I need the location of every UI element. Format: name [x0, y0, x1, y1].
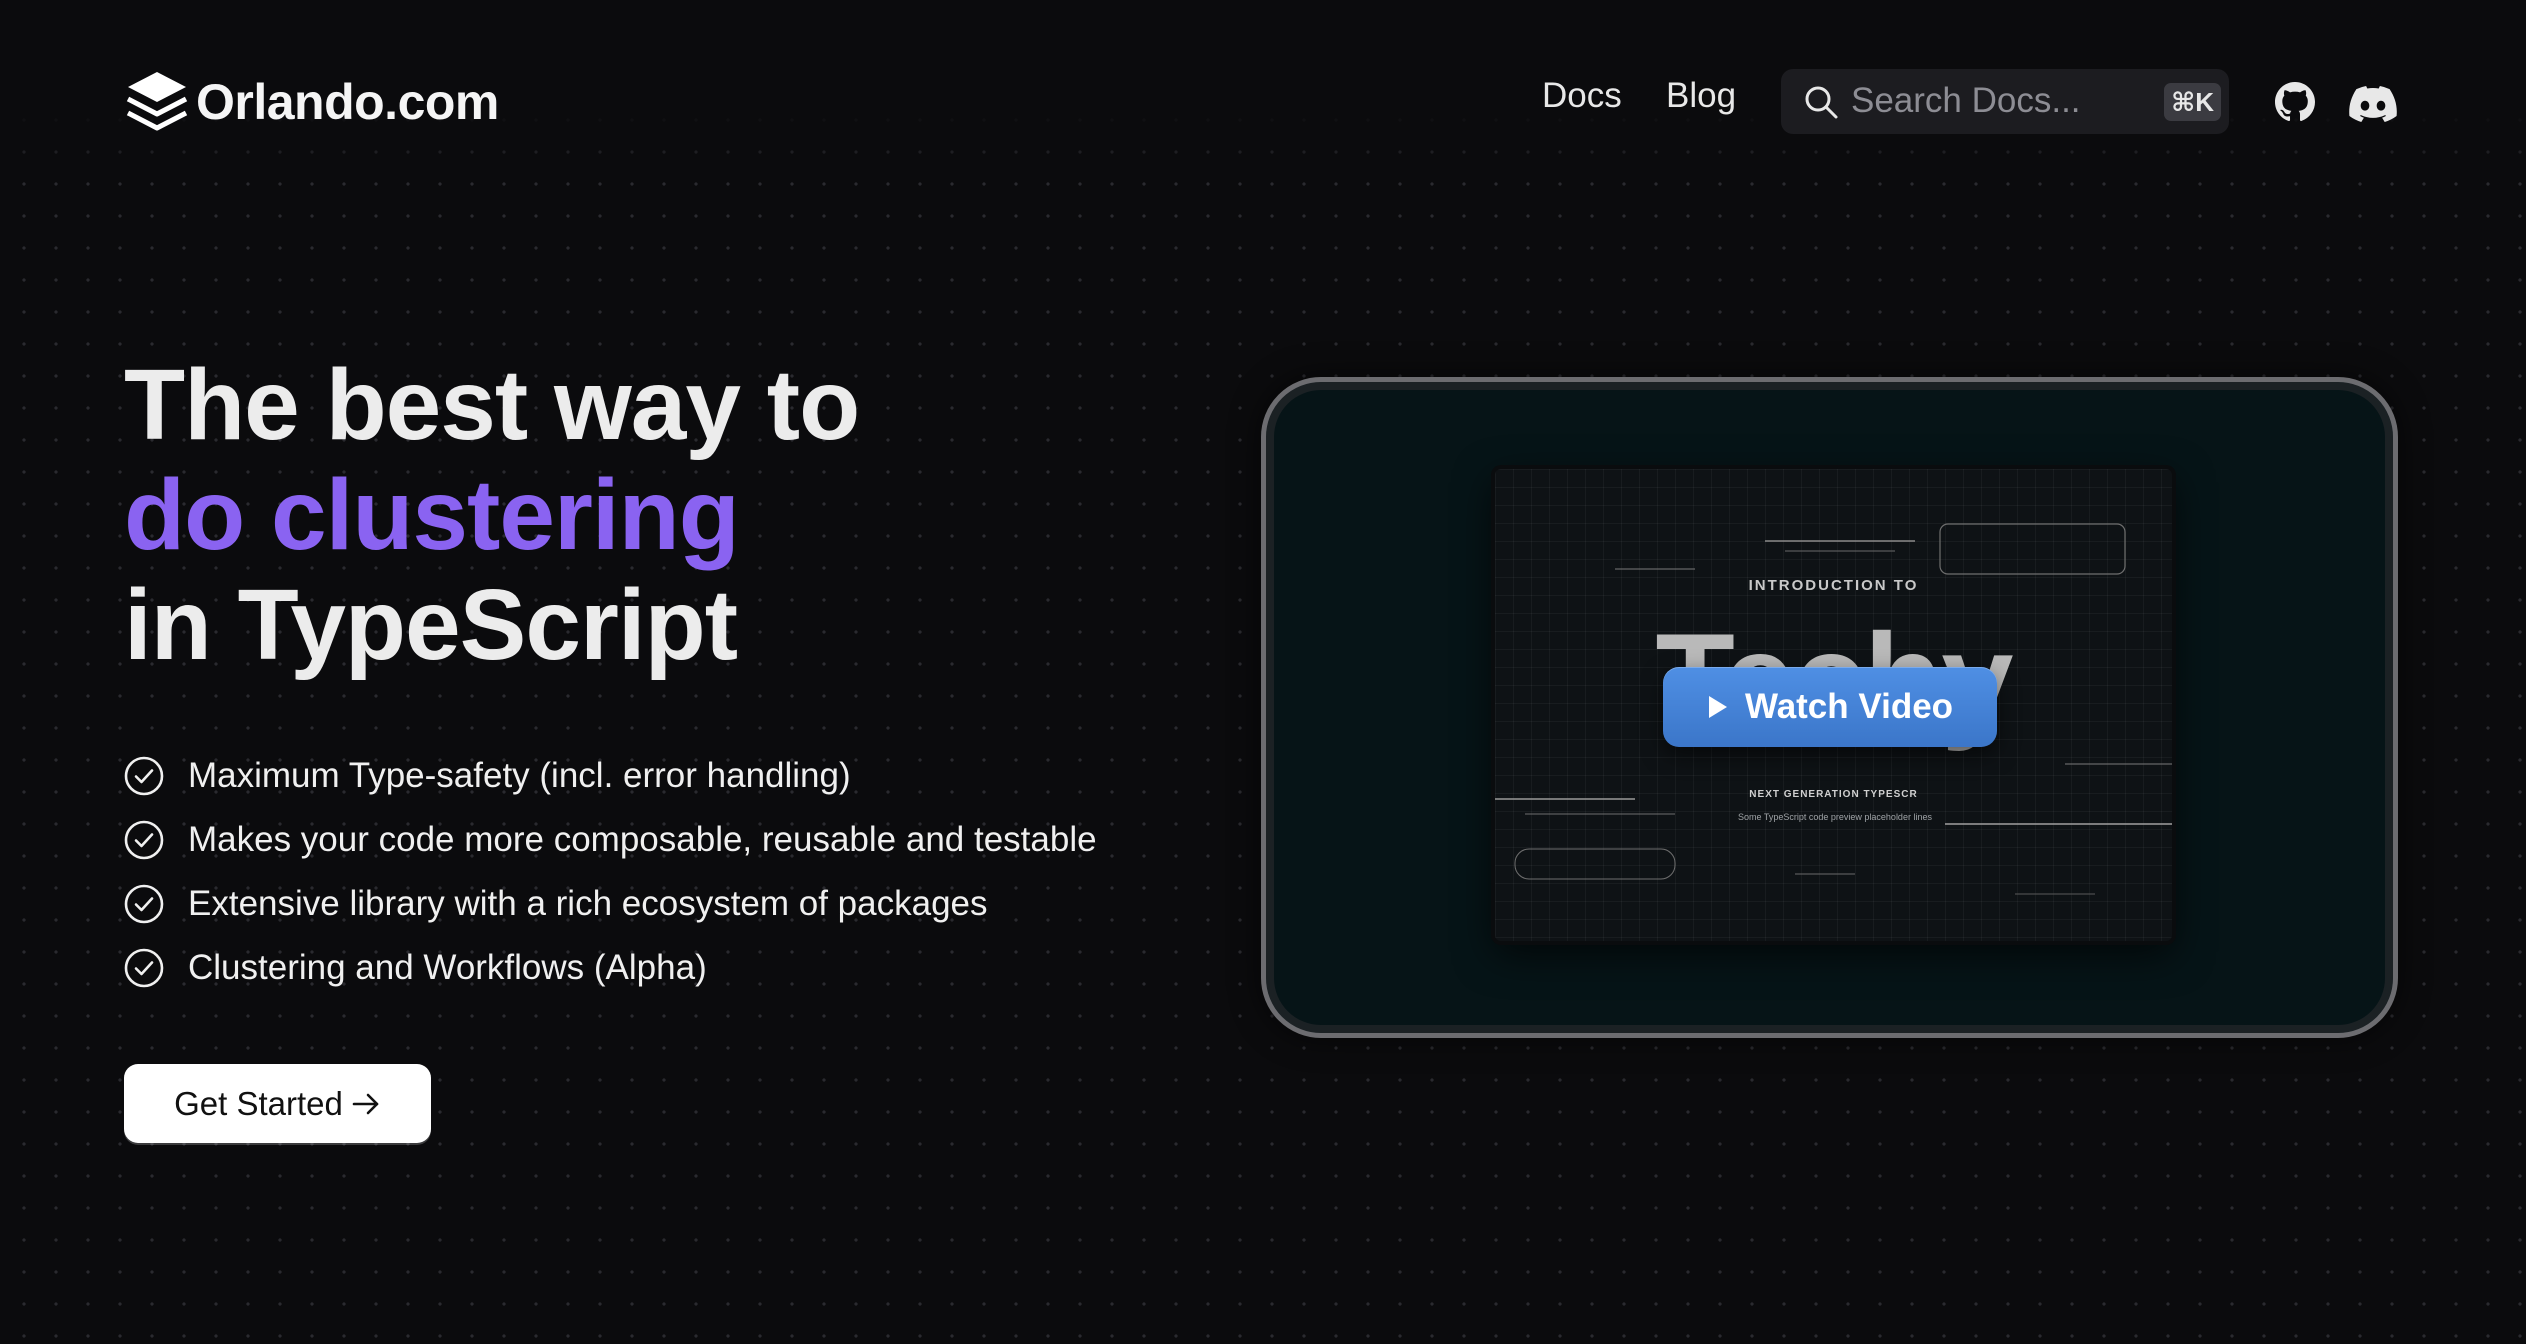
check-circle-icon — [124, 820, 164, 860]
search-box[interactable]: ⌘K — [1781, 69, 2229, 134]
page: Orlando.com Docs Blog ⌘K The best way to… — [0, 0, 2526, 1344]
brand-name: Orlando.com — [196, 74, 499, 130]
search-shortcut-badge: ⌘K — [2164, 83, 2221, 121]
nav-docs-link[interactable]: Docs — [1542, 76, 1622, 116]
check-circle-icon — [124, 884, 164, 924]
hero-heading-line-3: in TypeScript — [124, 569, 738, 681]
thumbnail-intro-text: INTRODUCTION TO — [1748, 577, 1919, 594]
nav-blog-link[interactable]: Blog — [1666, 76, 1736, 116]
play-icon — [1708, 696, 1727, 718]
arrow-right-icon — [352, 1093, 379, 1114]
hero-heading-line-1: The best way to — [124, 349, 860, 461]
brand-logo[interactable]: Orlando.com — [124, 68, 499, 136]
get-started-button[interactable]: Get Started — [124, 1064, 431, 1143]
feature-item: Maximum Type-safety (incl. error handlin… — [124, 744, 1097, 808]
check-circle-icon — [124, 948, 164, 988]
feature-text: Makes your code more composable, reusabl… — [188, 820, 1097, 859]
check-circle-icon — [124, 756, 164, 796]
discord-icon[interactable] — [2349, 86, 2397, 122]
watch-video-label: Watch Video — [1744, 687, 1954, 726]
feature-text: Clustering and Workflows (Alpha) — [188, 948, 707, 987]
search-input[interactable] — [1851, 77, 2131, 125]
layers-icon — [126, 72, 188, 131]
feature-item: Makes your code more composable, reusabl… — [124, 808, 1097, 872]
thumbnail-subtitle-text: NEXT GENERATION TYPESCR — [1749, 789, 1918, 800]
search-icon — [1805, 86, 1838, 119]
github-icon[interactable] — [2275, 82, 2315, 122]
feature-text: Extensive library with a rich ecosystem … — [188, 884, 988, 923]
hero-heading: The best way to do clustering in TypeScr… — [124, 349, 860, 681]
feature-list: Maximum Type-safety (incl. error handlin… — [124, 744, 1097, 1000]
site-header: Orlando.com Docs Blog ⌘K — [0, 0, 2526, 200]
feature-text: Maximum Type-safety (incl. error handlin… — [188, 756, 851, 795]
feature-item: Clustering and Workflows (Alpha) — [124, 936, 1097, 1000]
hero-heading-highlight: do clustering — [124, 459, 740, 571]
thumbnail-description-text: Some TypeScript code preview placeholder… — [1738, 812, 1932, 822]
watch-video-button[interactable]: Watch Video — [1663, 667, 1997, 747]
feature-item: Extensive library with a rich ecosystem … — [124, 872, 1097, 936]
get-started-label: Get Started — [174, 1084, 343, 1122]
